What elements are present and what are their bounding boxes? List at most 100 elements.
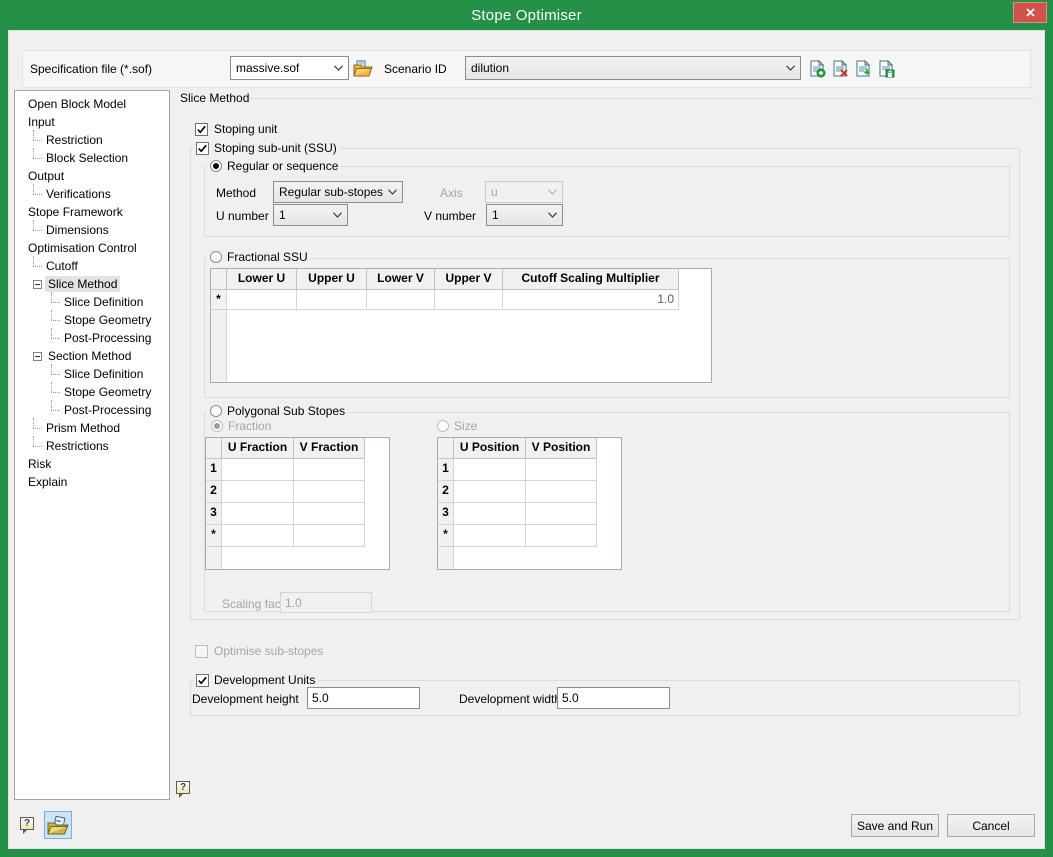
grid-cell[interactable] [526,525,597,547]
grid-cell[interactable] [454,459,526,481]
checkbox-checked-icon [196,674,209,687]
sidebar-item-label: Input [25,114,58,130]
scenario-add-button[interactable] [807,59,827,79]
sidebar-item-restrictions[interactable]: Restrictions [15,437,169,455]
grid-cell[interactable]: 1.0 [503,290,679,310]
sidebar-item-cutoff[interactable]: Cutoff [15,257,169,275]
grid-cell[interactable] [367,290,435,310]
spec-file-combo[interactable]: massive.sof [230,56,349,80]
cancel-label: Cancel [972,819,1009,833]
grid-column-header[interactable]: Upper U [297,269,367,290]
grid-column-header[interactable]: V Position [526,438,597,459]
sidebar-item-input[interactable]: Input [15,113,169,131]
grid-column-header[interactable]: V Fraction [294,438,365,459]
grid-cell[interactable] [222,525,294,547]
sidebar-item-stope-geometry[interactable]: Stope Geometry [15,311,169,329]
grid-column-header[interactable]: Lower U [227,269,297,290]
sidebar-item-open-block-model[interactable]: Open Block Model [15,95,169,113]
help-button-dialog[interactable] [20,817,35,834]
grid-row-header[interactable]: 1 [206,459,222,481]
auto-open-toggle-button[interactable] [44,811,72,839]
grid-cell[interactable] [222,459,294,481]
sidebar-item-optimisation-control[interactable]: Optimisation Control [15,239,169,257]
grid-cell[interactable] [222,503,294,525]
grid-column-header[interactable]: U Position [454,438,526,459]
grid-cell[interactable] [297,290,367,310]
grid-cell[interactable] [294,481,365,503]
dev-units-checkbox[interactable]: Development Units [193,673,318,687]
sidebar-item-restriction[interactable]: Restriction [15,131,169,149]
grid-cell[interactable] [526,459,597,481]
tree-collapse-icon[interactable] [33,352,42,361]
sidebar-item-stope-geometry[interactable]: Stope Geometry [15,383,169,401]
grid-row-header[interactable]: 3 [438,503,454,525]
grid-row-header[interactable]: 2 [206,481,222,503]
grid-cell[interactable] [526,503,597,525]
sidebar-item-section-method[interactable]: Section Method [15,347,169,365]
grid-cell[interactable] [435,290,503,310]
scenario-delete-button[interactable] [830,59,850,79]
regular-radio[interactable]: Regular or sequence [207,159,341,173]
dev-width-input[interactable] [557,687,670,709]
grid-cell[interactable] [454,525,526,547]
method-combo[interactable]: Regular sub-stopes [273,181,403,203]
help-icon-tail [179,794,183,798]
ssu-checkbox[interactable]: Stoping sub-unit (SSU) [193,141,340,155]
close-button[interactable] [1013,2,1047,23]
grid-cell[interactable] [526,481,597,503]
polygonal-radio[interactable]: Polygonal Sub Stopes [207,404,348,418]
sidebar-item-prism-method[interactable]: Prism Method [15,419,169,437]
sidebar-item-stope-framework[interactable]: Stope Framework [15,203,169,221]
grid-column-header[interactable]: Upper V [435,269,503,290]
grid-row-header[interactable]: 3 [206,503,222,525]
scenario-save-button[interactable] [876,59,896,79]
grid-cell[interactable] [294,525,365,547]
grid-column-header[interactable]: U Fraction [222,438,294,459]
grid-column-header[interactable]: Lower V [367,269,435,290]
cancel-button[interactable]: Cancel [947,814,1035,837]
sidebar-item-explain[interactable]: Explain [15,473,169,491]
save-and-run-button[interactable]: Save and Run [851,814,939,837]
sidebar-item-post-processing[interactable]: Post-Processing [15,401,169,419]
sidebar-item-slice-definition[interactable]: Slice Definition [15,293,169,311]
sidebar-item-risk[interactable]: Risk [15,455,169,473]
table-row: 2 [206,481,389,503]
stoping-unit-checkbox[interactable]: Stoping unit [195,122,277,136]
dev-height-input[interactable] [307,687,420,709]
open-file-button[interactable] [353,58,373,78]
grid-cell[interactable] [227,290,297,310]
sidebar-item-label: Stope Framework [25,204,126,220]
scenario-id-combo[interactable]: dilution [465,56,801,80]
grid-row-header[interactable]: 2 [438,481,454,503]
fractional-radio[interactable]: Fractional SSU [207,250,311,264]
axis-combo: u [485,181,563,203]
grid-row-header[interactable]: 1 [438,459,454,481]
title-bar[interactable]: Stope Optimiser [0,0,1053,30]
v-number-combo[interactable]: 1 [486,204,563,226]
radio-selected-icon [210,160,222,172]
grid-cell[interactable] [454,481,526,503]
u-number-combo[interactable]: 1 [273,204,348,226]
tree-connector [49,401,61,419]
sidebar-item-dimensions[interactable]: Dimensions [15,221,169,239]
grid-row-header[interactable]: * [211,290,227,310]
tree-collapse-icon[interactable] [33,280,42,289]
grid-cell[interactable] [294,459,365,481]
sidebar-item-post-processing[interactable]: Post-Processing [15,329,169,347]
grid-cell[interactable] [454,503,526,525]
help-button-panel[interactable] [176,781,191,798]
sidebar-item-output[interactable]: Output [15,167,169,185]
grid-cell[interactable] [222,481,294,503]
scenario-import-button[interactable] [853,59,873,79]
grid-filler [438,547,621,569]
grid-cell[interactable] [294,503,365,525]
sidebar-item-block-selection[interactable]: Block Selection [15,149,169,167]
grid-row-header[interactable]: * [206,525,222,547]
sidebar-item-slice-method[interactable]: Slice Method [15,275,169,293]
help-icon-tail [23,830,27,834]
grid-row-header[interactable]: * [438,525,454,547]
sidebar-item-verifications[interactable]: Verifications [15,185,169,203]
sidebar-item-slice-definition[interactable]: Slice Definition [15,365,169,383]
grid-header-row: Lower UUpper ULower VUpper VCutoff Scali… [211,269,711,290]
grid-column-header[interactable]: Cutoff Scaling Multiplier [503,269,679,290]
